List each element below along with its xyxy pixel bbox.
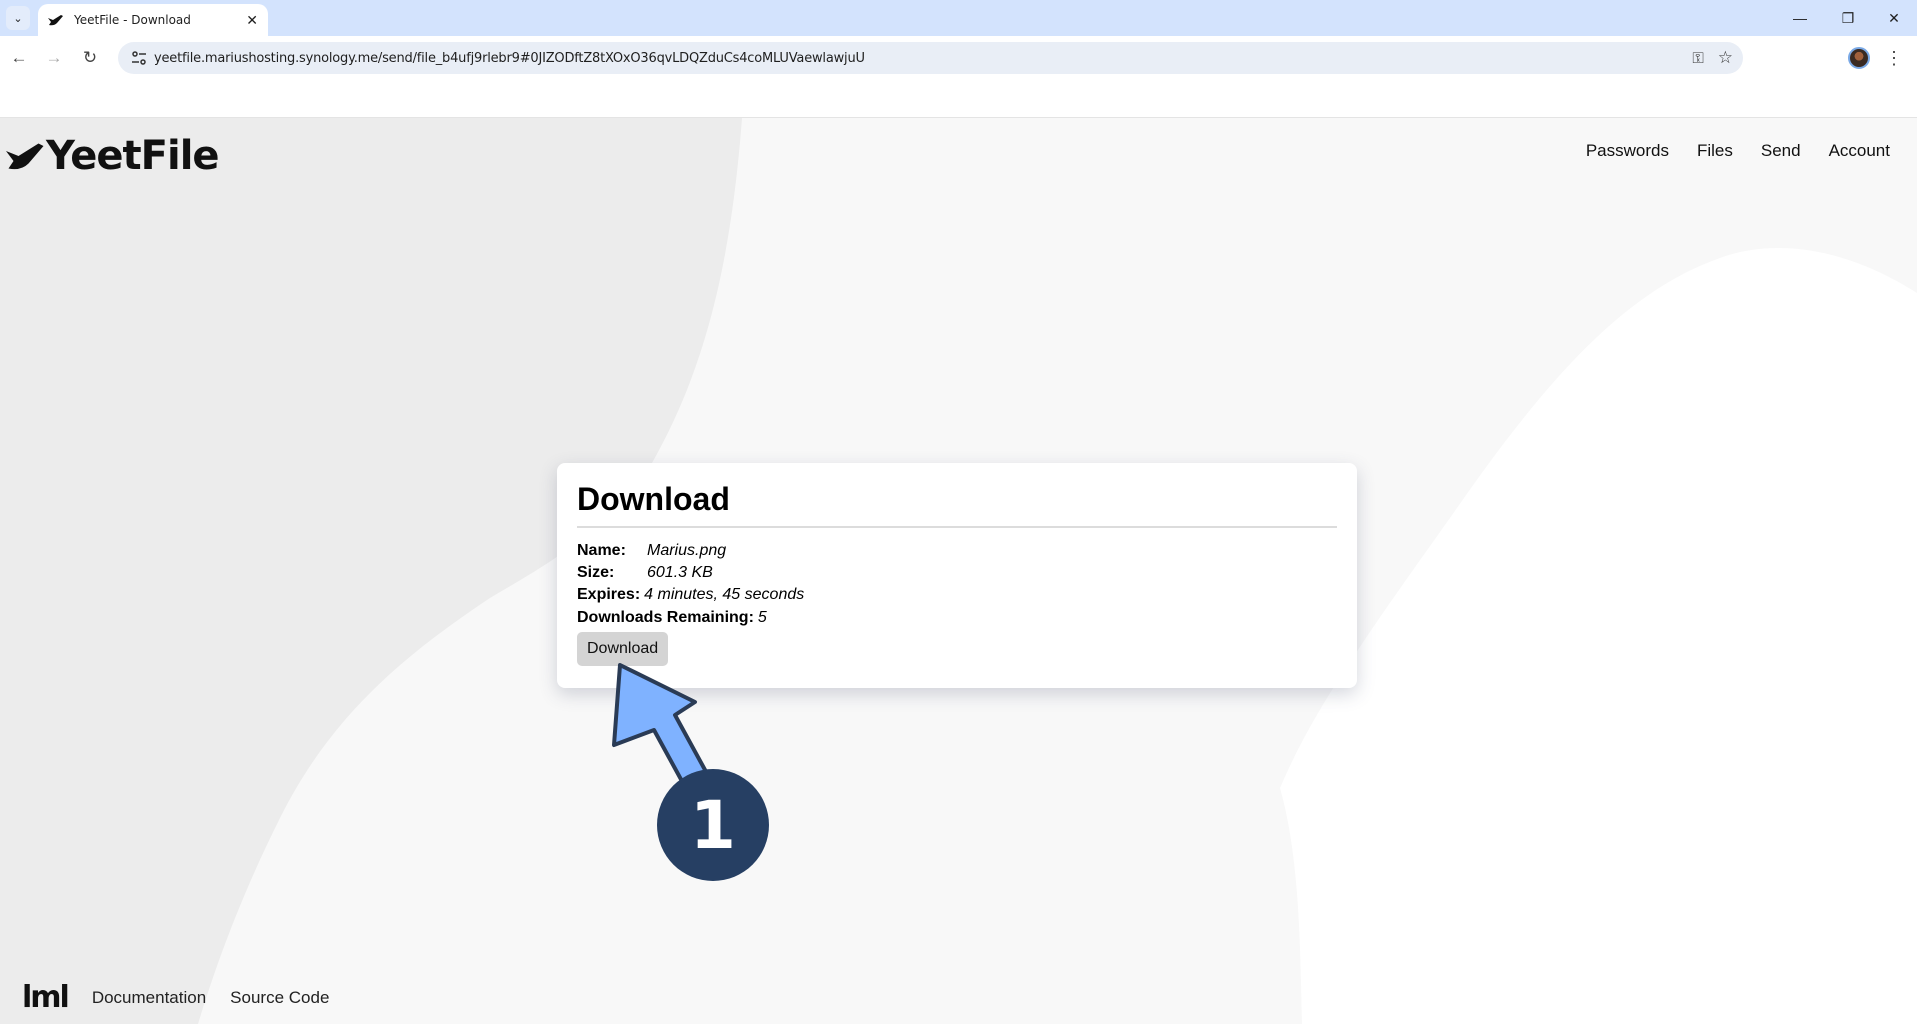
nav-passwords[interactable]: Passwords xyxy=(1586,141,1669,161)
detail-name: Name: Marius.png xyxy=(577,540,1337,562)
minimize-button[interactable]: — xyxy=(1777,0,1823,36)
yeetfile-bird-icon xyxy=(48,15,63,26)
page-content: YeetFile Passwords Files Send Account Do… xyxy=(0,118,1917,1024)
close-window-button[interactable]: ✕ xyxy=(1871,0,1917,36)
minimize-icon: — xyxy=(1793,10,1807,26)
restore-button[interactable]: ❐ xyxy=(1825,0,1871,36)
tune-icon xyxy=(132,51,146,65)
browser-menu-button[interactable]: ⋮ xyxy=(1885,44,1903,72)
detail-label: Name: xyxy=(577,542,626,559)
close-icon[interactable]: ✕ xyxy=(246,12,258,29)
detail-size: Size: 601.3 KB xyxy=(577,562,1337,584)
bookmarks-spacer xyxy=(0,80,1917,118)
browser-toolbar: ← → ↻ yeetfile.mariushosting.synology.me… xyxy=(0,36,1917,80)
top-nav: Passwords Files Send Account xyxy=(1586,141,1890,161)
source-code-link[interactable]: Source Code xyxy=(230,988,329,1008)
browser-tab[interactable]: YeetFile - Download ✕ xyxy=(38,4,268,36)
site-info-button[interactable] xyxy=(124,51,154,65)
card-title: Download xyxy=(577,481,1337,528)
logo-text: YeetFile xyxy=(46,133,220,179)
chevron-down-icon: ⌄ xyxy=(13,12,23,25)
forward-button[interactable]: → xyxy=(40,44,68,72)
detail-expires: Expires: 4 minutes, 45 seconds xyxy=(577,584,1337,606)
kebab-icon: ⋮ xyxy=(1885,47,1903,68)
star-icon[interactable]: ☆ xyxy=(1718,48,1733,68)
expires-value: 4 minutes, 45 seconds xyxy=(644,586,805,603)
footer: lml Documentation Source Code xyxy=(22,980,329,1015)
tab-title: YeetFile - Download xyxy=(74,13,191,27)
restore-icon: ❐ xyxy=(1841,9,1855,26)
download-button[interactable]: Download xyxy=(577,632,669,666)
address-bar[interactable]: yeetfile.mariushosting.synology.me/send/… xyxy=(118,42,1743,74)
reload-icon: ↻ xyxy=(82,48,98,67)
downloads-remaining-value: 5 xyxy=(757,609,767,626)
nav-send[interactable]: Send xyxy=(1761,141,1801,161)
documentation-link[interactable]: Documentation xyxy=(92,988,206,1008)
key-icon[interactable]: ⚿ xyxy=(1692,50,1703,67)
detail-label: Expires: xyxy=(577,586,641,603)
file-size-value: 601.3 KB xyxy=(647,564,713,581)
download-card: Download Name: Marius.png Size: 601.3 KB… xyxy=(557,463,1357,688)
nav-account[interactable]: Account xyxy=(1829,141,1890,161)
back-button[interactable]: ← xyxy=(5,44,33,72)
yeetfile-logo[interactable]: YeetFile xyxy=(6,133,220,179)
arrow-left-icon: ← xyxy=(10,48,28,67)
bg-shape-white xyxy=(1280,248,1917,1024)
arrow-right-icon: → xyxy=(45,48,63,67)
yeetfile-bird-icon xyxy=(6,143,44,170)
tab-search-button[interactable]: ⌄ xyxy=(6,6,30,30)
url-text: yeetfile.mariushosting.synology.me/send/… xyxy=(154,50,865,66)
detail-label: Downloads Remaining: xyxy=(577,609,754,626)
file-details: Name: Marius.png Size: 601.3 KB Expires:… xyxy=(577,540,1337,666)
reload-button[interactable]: ↻ xyxy=(76,44,104,72)
browser-tab-bar: ⌄ YeetFile - Download ✕ — ❐ ✕ xyxy=(0,0,1917,36)
profile-avatar[interactable] xyxy=(1848,47,1870,69)
detail-downloads-remaining: Downloads Remaining: 5 xyxy=(577,606,1337,630)
detail-label: Size: xyxy=(577,564,615,581)
nav-files[interactable]: Files xyxy=(1697,141,1733,161)
close-icon: ✕ xyxy=(1888,9,1900,26)
file-name-value: Marius.png xyxy=(647,542,727,559)
footer-logo[interactable]: lml xyxy=(22,980,70,1015)
